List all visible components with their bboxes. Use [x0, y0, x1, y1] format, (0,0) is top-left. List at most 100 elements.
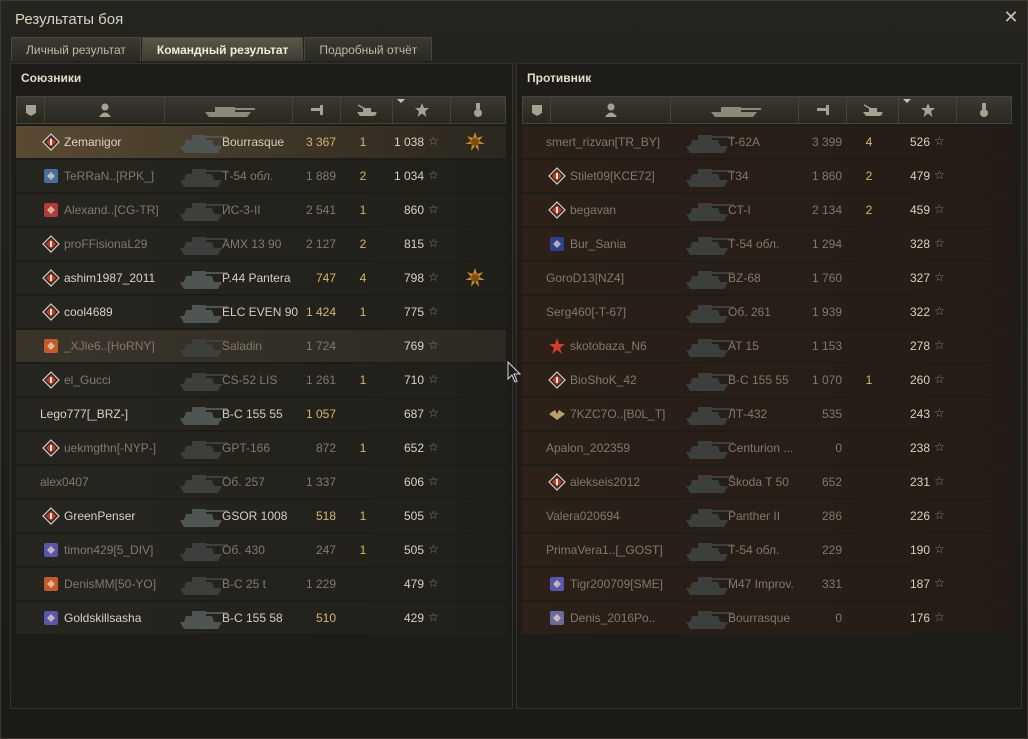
clan-emblem-icon	[44, 577, 58, 591]
column-header-platoon[interactable]	[17, 97, 45, 123]
player-row[interactable]: Alexand..[CG-TR] ИС-3-II 2 541 1 860 ☆	[16, 194, 506, 226]
kills-value: 1	[359, 135, 367, 149]
damage-value: 2 541	[305, 203, 336, 217]
player-row[interactable]: cool4689 ELC EVEN 90 1 424 1 775 ☆	[16, 296, 506, 328]
kills-value: 4	[359, 271, 367, 285]
kills-value: 1	[359, 373, 367, 387]
player-row[interactable]: TeRRaN..[RPK_] Т-54 обл. 1 889 2 1 034 ☆	[16, 160, 506, 192]
rank-badge-icon	[42, 269, 60, 287]
rank-badge-icon	[548, 371, 566, 389]
player-row[interactable]: alex0407 Об. 257 1 337 606 ☆	[16, 466, 506, 498]
column-header-kills[interactable]	[847, 97, 899, 123]
player-name: begavan	[570, 203, 617, 217]
kills-value: 1	[359, 441, 367, 455]
player-row[interactable]: timon429[5_DIV] Об. 430 247 1 505 ☆	[16, 534, 506, 566]
player-row[interactable]: Goldskillsasha B-C 155 58 510 429 ☆	[16, 602, 506, 634]
player-name: Bur_Sania	[570, 237, 627, 251]
column-header-xp[interactable]	[393, 97, 451, 123]
player-icon	[98, 103, 111, 117]
player-row[interactable]: PrimaVera1..[_GOST] Т-54 обл. 229 190 ☆	[522, 534, 1012, 566]
player-row[interactable]: smert_rizvan[TR_BY] T-62A 3 399 4 526 ☆	[522, 126, 1012, 158]
vehicle-name: Т-54 обл.	[222, 169, 274, 183]
damage-icon	[310, 105, 323, 115]
rank-badge-icon	[548, 473, 566, 491]
damage-value: 3 367	[305, 135, 336, 149]
damage-value: 0	[835, 611, 842, 625]
tab-team[interactable]: Командный результат	[141, 37, 304, 61]
damage-value: 1 889	[305, 169, 336, 183]
player-row[interactable]: GoroD13[NZ4] BZ-68 1 760 327 ☆	[522, 262, 1012, 294]
column-header-player[interactable]	[551, 97, 671, 123]
player-row[interactable]: Valera020694 Panther II 286 226 ☆	[522, 500, 1012, 532]
vehicle-name: Bourrasque	[728, 611, 791, 625]
player-row[interactable]: BioShoK_42 B-C 155 55 1 070 1 260 ☆	[522, 364, 1012, 396]
column-header-medal[interactable]	[451, 97, 505, 123]
column-header-damage[interactable]	[799, 97, 847, 123]
xp-star-icon: ☆	[934, 508, 945, 522]
player-row[interactable]: Zemanigor Bourrasque 3 367 1 1 038 ☆	[16, 126, 506, 158]
column-header-platoon[interactable]	[523, 97, 551, 123]
player-row[interactable]: Denis_2016Po.. Bourrasque 0 176 ☆	[522, 602, 1012, 634]
player-name: DenisMM[50-YO]	[64, 577, 157, 591]
vehicle-name: Т-54 обл.	[728, 237, 780, 251]
column-header-kills[interactable]	[341, 97, 393, 123]
column-header-tank[interactable]	[671, 97, 799, 123]
clan-emblem-icon	[44, 169, 58, 183]
vehicle-name: B-C 155 55	[728, 373, 789, 387]
enemies-list: smert_rizvan[TR_BY] T-62A 3 399 4 526 ☆ Stilet…	[522, 126, 1012, 636]
player-row[interactable]: Apalon_202359 Centurion ... 0 238 ☆	[522, 432, 1012, 464]
player-name: uekmgthn[-NYP-]	[64, 441, 157, 455]
player-row[interactable]: Lego777[_BRZ-] B-C 155 55 1 057 687 ☆	[16, 398, 506, 430]
medal-icon[interactable]	[464, 267, 486, 289]
player-row[interactable]: Serg460[-T-67] Об. 261 1 939 322 ☆	[522, 296, 1012, 328]
sort-descending-icon	[903, 99, 911, 103]
rank-badge-icon	[42, 303, 60, 321]
medal-icon[interactable]	[464, 131, 486, 153]
player-row[interactable]: GreenPenser GSOR 1008 518 1 505 ☆	[16, 500, 506, 532]
player-name: Goldskillsasha	[64, 611, 142, 625]
close-icon[interactable]: ✕	[1003, 8, 1019, 26]
damage-value: 1 860	[811, 169, 842, 183]
damage-value: 1 939	[811, 305, 842, 319]
vehicle-name: B-C 25 t	[222, 577, 267, 591]
player-row[interactable]: begavan CT-I 2 134 2 459 ☆	[522, 194, 1012, 226]
player-name: GoroD13[NZ4]	[546, 271, 625, 285]
medal-icon	[980, 103, 988, 117]
player-row[interactable]: alekseis2012 Škoda T 50 652 231 ☆	[522, 466, 1012, 498]
xp-star-icon: ☆	[934, 440, 945, 454]
tab-personal[interactable]: Личный результат	[11, 37, 141, 61]
player-row[interactable]: Stilet09[KCE72] T34 1 860 2 479 ☆	[522, 160, 1012, 192]
player-name: Valera020694	[546, 509, 620, 523]
tab-detailed[interactable]: Подробный отчёт	[304, 37, 433, 61]
player-name: Apalon_202359	[546, 441, 631, 455]
player-row[interactable]: Tigr200709[SME] M47 Improv. 331 187 ☆	[522, 568, 1012, 600]
kills-value: 1	[359, 305, 367, 319]
player-row[interactable]: 7KZC7O..[B0L_T] ЛТ-432 535 243 ☆	[522, 398, 1012, 430]
player-row[interactable]: DenisMM[50-YO] B-C 25 t 1 229 479 ☆	[16, 568, 506, 600]
player-name: timon429[5_DIV]	[64, 543, 154, 557]
damage-value: 331	[821, 577, 842, 591]
column-header-xp[interactable]	[899, 97, 957, 123]
player-row[interactable]: ashim1987_2011 P.44 Pantera 747 4 798 ☆	[16, 262, 506, 294]
player-row[interactable]: uekmgthn[-NYP-] GPT-166 872 1 652 ☆	[16, 432, 506, 464]
player-row[interactable]: el_Gucci CS-52 LIS 1 261 1 710 ☆	[16, 364, 506, 396]
player-row[interactable]: Bur_Sania Т-54 обл. 1 294 328 ☆	[522, 228, 1012, 260]
column-header-player[interactable]	[45, 97, 165, 123]
xp-value: 860	[403, 203, 424, 217]
column-header-medal[interactable]	[957, 97, 1011, 123]
player-name: Alexand..[CG-TR]	[64, 203, 159, 217]
platoon-icon	[25, 105, 36, 116]
player-name: Tigr200709[SME]	[570, 577, 663, 591]
player-name: ashim1987_2011	[64, 271, 156, 285]
damage-value: 1 294	[811, 237, 842, 251]
column-header-damage[interactable]	[293, 97, 341, 123]
player-row[interactable]: _XJle6..[HoRNY] Saladin 1 724 769 ☆	[16, 330, 506, 362]
player-row[interactable]: skotobaza_N6 AT 15 1 153 278 ☆	[522, 330, 1012, 362]
xp-value: 687	[403, 407, 424, 421]
player-row[interactable]: proFFisionaL29 AMX 13 90 2 127 2 815 ☆	[16, 228, 506, 260]
xp-value: 710	[403, 373, 424, 387]
player-name: 7KZC7O..[B0L_T]	[570, 407, 666, 421]
tab-bar: Личный результат Командный результат Под…	[11, 37, 433, 61]
vehicle-name: CT-I	[728, 203, 751, 217]
column-header-tank[interactable]	[165, 97, 293, 123]
